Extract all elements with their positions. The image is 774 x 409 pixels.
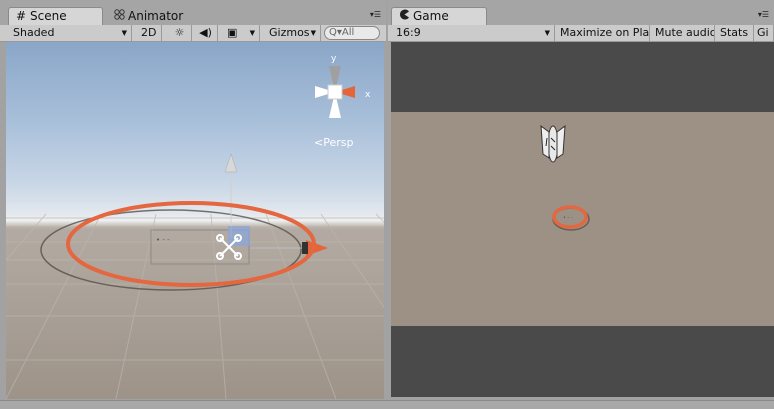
gizmos-dropdown[interactable]: Gizmos ▼ [264,25,321,41]
mute-audio-toggle[interactable]: Mute audio [650,25,715,41]
lighting-toggle[interactable]: ☼ [168,25,192,41]
stats-label: Stats [720,26,749,39]
scene-toolbar: Shaded ▼ 2D ☼ ◀) ▣ ▼ Gizmos ▼ Q▾All [0,25,386,42]
projection-label: Persp [323,136,354,149]
game-scene: • - - [540,124,590,231]
effects-dropdown[interactable]: ▣ ▼ [222,25,260,41]
stats-toggle[interactable]: Stats [715,25,754,41]
chevron-down-icon: ▼ [544,29,550,37]
tab-scene-label: Scene [30,9,67,23]
image-icon: ▣ [227,26,238,39]
svg-text:• - -: • - - [563,215,573,221]
chevron-down-icon: ▼ [249,29,255,37]
panel-menu-icon[interactable]: ▾☰ [370,11,381,19]
shading-mode-value: Shaded [13,26,55,39]
aspect-ratio-dropdown[interactable]: 16:9 ▼ [391,25,555,41]
insect-sprite [540,124,566,163]
tab-game-label: Game [413,9,449,23]
search-placeholder: All [341,27,355,38]
toggle-2d-label: 2D [141,26,157,39]
aspect-ratio-value: 16:9 [396,26,421,39]
gizmo-y-label: y [331,54,337,64]
tab-game[interactable]: Game [391,7,487,25]
scene-panel: # Scene Animator ▾☰ Shaded ▼ 2D ☼ ◀) ▣ ▼ … [0,0,386,408]
toggle-2d-button[interactable]: 2D [136,25,162,41]
mute-audio-label: Mute audio [655,26,715,39]
pacman-icon [398,8,410,25]
speaker-icon: ◀) [199,26,212,39]
scene-viewport[interactable]: • - - y x <Persp [6,42,384,399]
animator-icon [113,8,125,25]
panel-menu-icon[interactable]: ▾☰ [758,11,769,19]
game-panel: Game ▾☰ 16:9 ▼ Maximize on Play Mute aud… [388,0,774,408]
gizmos-truncated-label: Gi [757,26,769,39]
hash-icon: # [15,9,27,23]
game-toolbar: 16:9 ▼ Maximize on Play Mute audio Stats… [388,25,774,42]
audio-toggle[interactable]: ◀) [194,25,218,41]
shading-mode-dropdown[interactable]: Shaded ▼ [8,25,132,41]
search-icon: Q▾ [329,27,342,38]
gizmos-toggle[interactable]: Gi [754,25,774,41]
scene-grid: • - - y x [6,54,384,399]
persp-arrow-icon: < [314,136,324,149]
maximize-on-play-toggle[interactable]: Maximize on Play [555,25,650,41]
sun-icon: ☼ [174,26,185,39]
game-tabbar: Game ▾☰ [388,0,774,25]
chevron-down-icon: ▼ [310,29,316,37]
orientation-gizmo: y x [315,54,371,118]
svg-text:• - -: • - - [156,236,170,244]
maximize-on-play-label: Maximize on Play [560,26,650,39]
scene-tabbar: # Scene Animator ▾☰ [0,0,386,25]
gizmo-x-label: x [365,90,371,100]
scene-search-input[interactable]: Q▾All [324,26,380,40]
tab-animator-label: Animator [128,9,184,23]
chevron-down-icon: ▼ [121,29,127,37]
gizmos-label: Gizmos [269,26,310,39]
projection-toggle[interactable]: <Persp [314,136,353,149]
tab-animator[interactable]: Animator [106,7,206,25]
game-viewport[interactable]: • - - [391,42,774,397]
tab-scene[interactable]: # Scene [8,7,103,25]
